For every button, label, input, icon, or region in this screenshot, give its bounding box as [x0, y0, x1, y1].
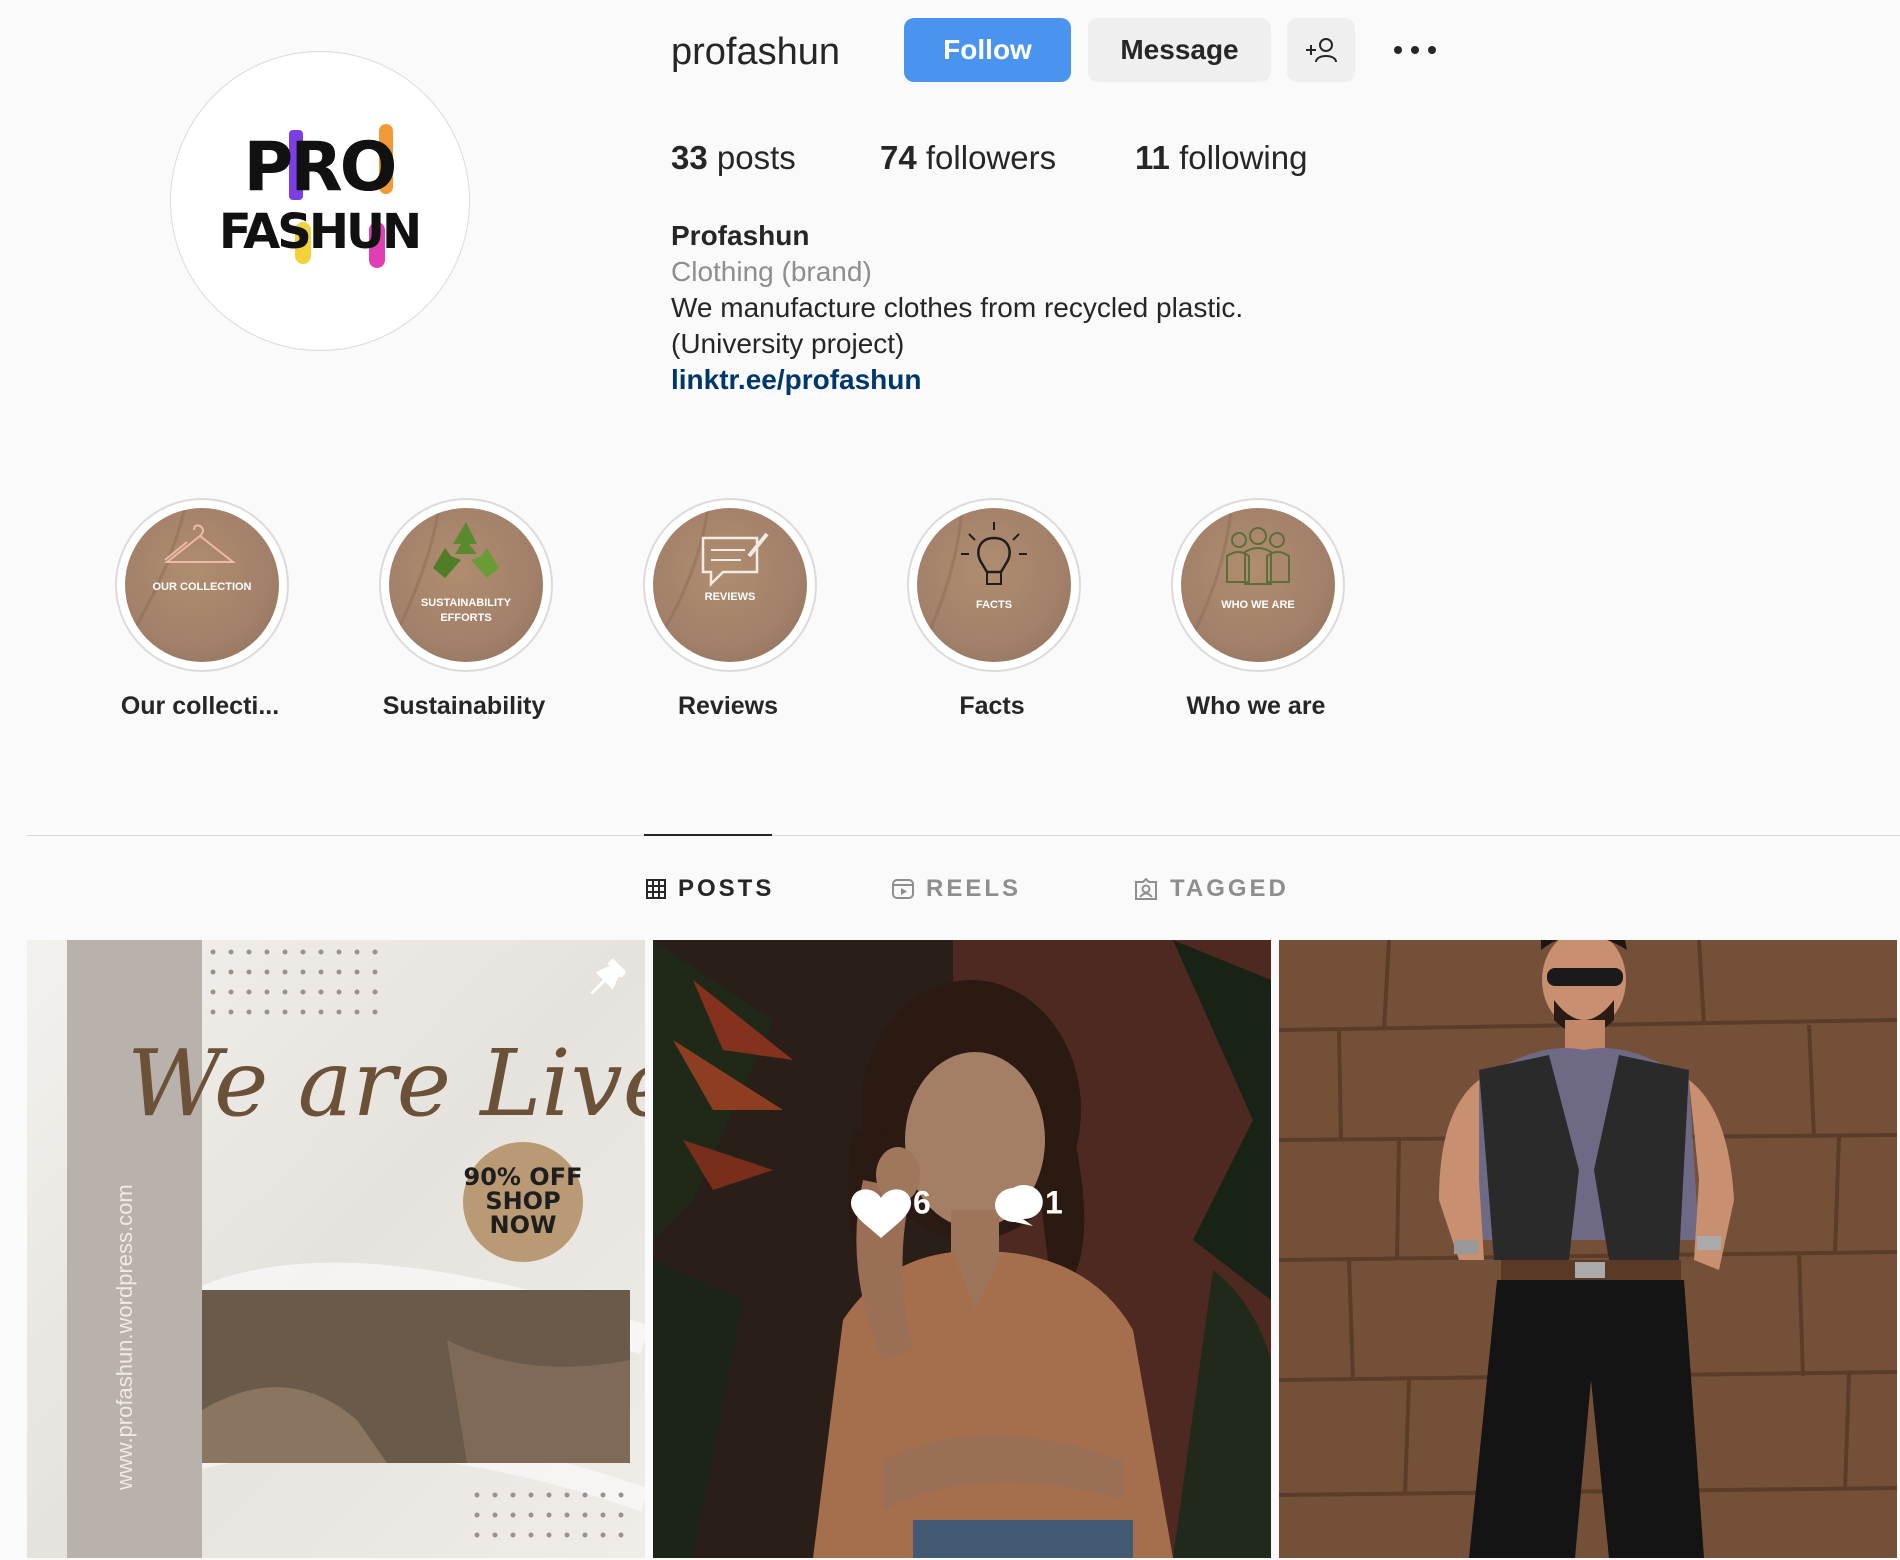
- tab-label: POSTS: [678, 875, 775, 902]
- highlight-label: Reviews: [677, 692, 779, 720]
- highlight-sustainability[interactable]: SUSTAINABILITY EFFORTS: [379, 498, 553, 672]
- following-stat[interactable]: 11 following: [1135, 136, 1307, 180]
- following-count: 11: [1135, 139, 1170, 176]
- followers-stat[interactable]: 74 followers: [880, 136, 1056, 180]
- tab-label: REELS: [926, 875, 1022, 902]
- highlight-who-we-are[interactable]: WHO WE ARE: [1171, 498, 1345, 672]
- highlight-facts[interactable]: FACTS: [907, 498, 1081, 672]
- posts-count: 33: [671, 139, 708, 176]
- highlight-label: Facts: [959, 692, 1025, 720]
- highlight-cover-text: OUR COLLECTION: [152, 581, 252, 593]
- post-photo-man: [1279, 940, 1897, 1558]
- follow-button[interactable]: Follow: [904, 18, 1071, 82]
- bio-line: (University project): [671, 328, 905, 359]
- highlight-cover-text: EFFORTS: [440, 612, 492, 624]
- post-graphic-we-are-live: www.profashun.wordpress.com We are Live!…: [27, 940, 645, 1558]
- highlight-cover-text: SUSTAINABILITY: [420, 597, 512, 609]
- highlight-label: Who we are: [1186, 692, 1326, 720]
- profashun-logo: PRO FASHUN: [219, 124, 422, 268]
- add-user-button[interactable]: [1287, 18, 1355, 82]
- more-options-button[interactable]: [1380, 18, 1450, 82]
- badge-text: NOW: [490, 1211, 557, 1239]
- posts-label: posts: [716, 139, 796, 176]
- bio-line: We manufacture clothes from recycled pla…: [671, 292, 1244, 323]
- logo-text-pro: PRO: [243, 128, 394, 207]
- following-label: following: [1179, 139, 1308, 176]
- comment-count: 1: [1045, 1184, 1063, 1220]
- post-tile[interactable]: [1279, 940, 1897, 1558]
- highlight-cover-text: FACTS: [975, 599, 1013, 611]
- tab-tagged[interactable]: TAGGED: [1134, 872, 1289, 906]
- post-tile[interactable]: 6 1: [653, 940, 1271, 1558]
- profile-username: profashun: [671, 31, 841, 73]
- highlight-cover-text: WHO WE ARE: [1221, 599, 1295, 611]
- highlight-cover-text: REVIEWS: [704, 591, 756, 603]
- followers-count: 74: [880, 139, 917, 176]
- recycle-icon: [392, 508, 499, 639]
- followers-label: followers: [925, 139, 1057, 176]
- grid-icon: [646, 879, 666, 899]
- add-user-icon: [1306, 38, 1337, 63]
- message-button[interactable]: Message: [1088, 18, 1271, 82]
- tab-posts[interactable]: POSTS: [646, 872, 774, 906]
- profile-display-name: Profashun: [671, 220, 810, 251]
- highlight-label: Our collecti...: [120, 692, 280, 720]
- post-photo-woman: 6 1: [653, 940, 1271, 1558]
- like-count: 6: [913, 1184, 931, 1220]
- highlight-reviews[interactable]: REVIEWS: [643, 498, 817, 672]
- lightbulb-icon: [917, 508, 1027, 659]
- tabs-divider: [27, 835, 1900, 836]
- tagged-icon: [1135, 878, 1157, 900]
- speech-bubble-icon: [653, 508, 769, 649]
- posts-count-stat: 33 posts: [671, 136, 796, 180]
- post-headline: We are Live!: [127, 1030, 645, 1137]
- logo-text-fashun: FASHUN: [219, 204, 419, 260]
- active-tab-indicator: [644, 834, 772, 836]
- post-tile[interactable]: www.profashun.wordpress.com We are Live!…: [27, 940, 645, 1558]
- tab-label: TAGGED: [1170, 875, 1289, 902]
- people-icon: [1181, 508, 1290, 659]
- more-options-icon: [1394, 46, 1436, 54]
- profile-link[interactable]: linktr.ee/profashun: [671, 362, 922, 398]
- reels-icon: [892, 879, 914, 899]
- highlight-label: Sustainability: [382, 692, 546, 720]
- profile-category: Clothing (brand): [671, 256, 872, 287]
- post-side-text: www.profashun.wordpress.com: [112, 1184, 137, 1491]
- profile-avatar[interactable]: PRO FASHUN: [170, 51, 470, 351]
- highlight-our-collection[interactable]: OUR COLLECTION: [115, 498, 289, 672]
- tab-reels[interactable]: REELS: [892, 872, 1021, 906]
